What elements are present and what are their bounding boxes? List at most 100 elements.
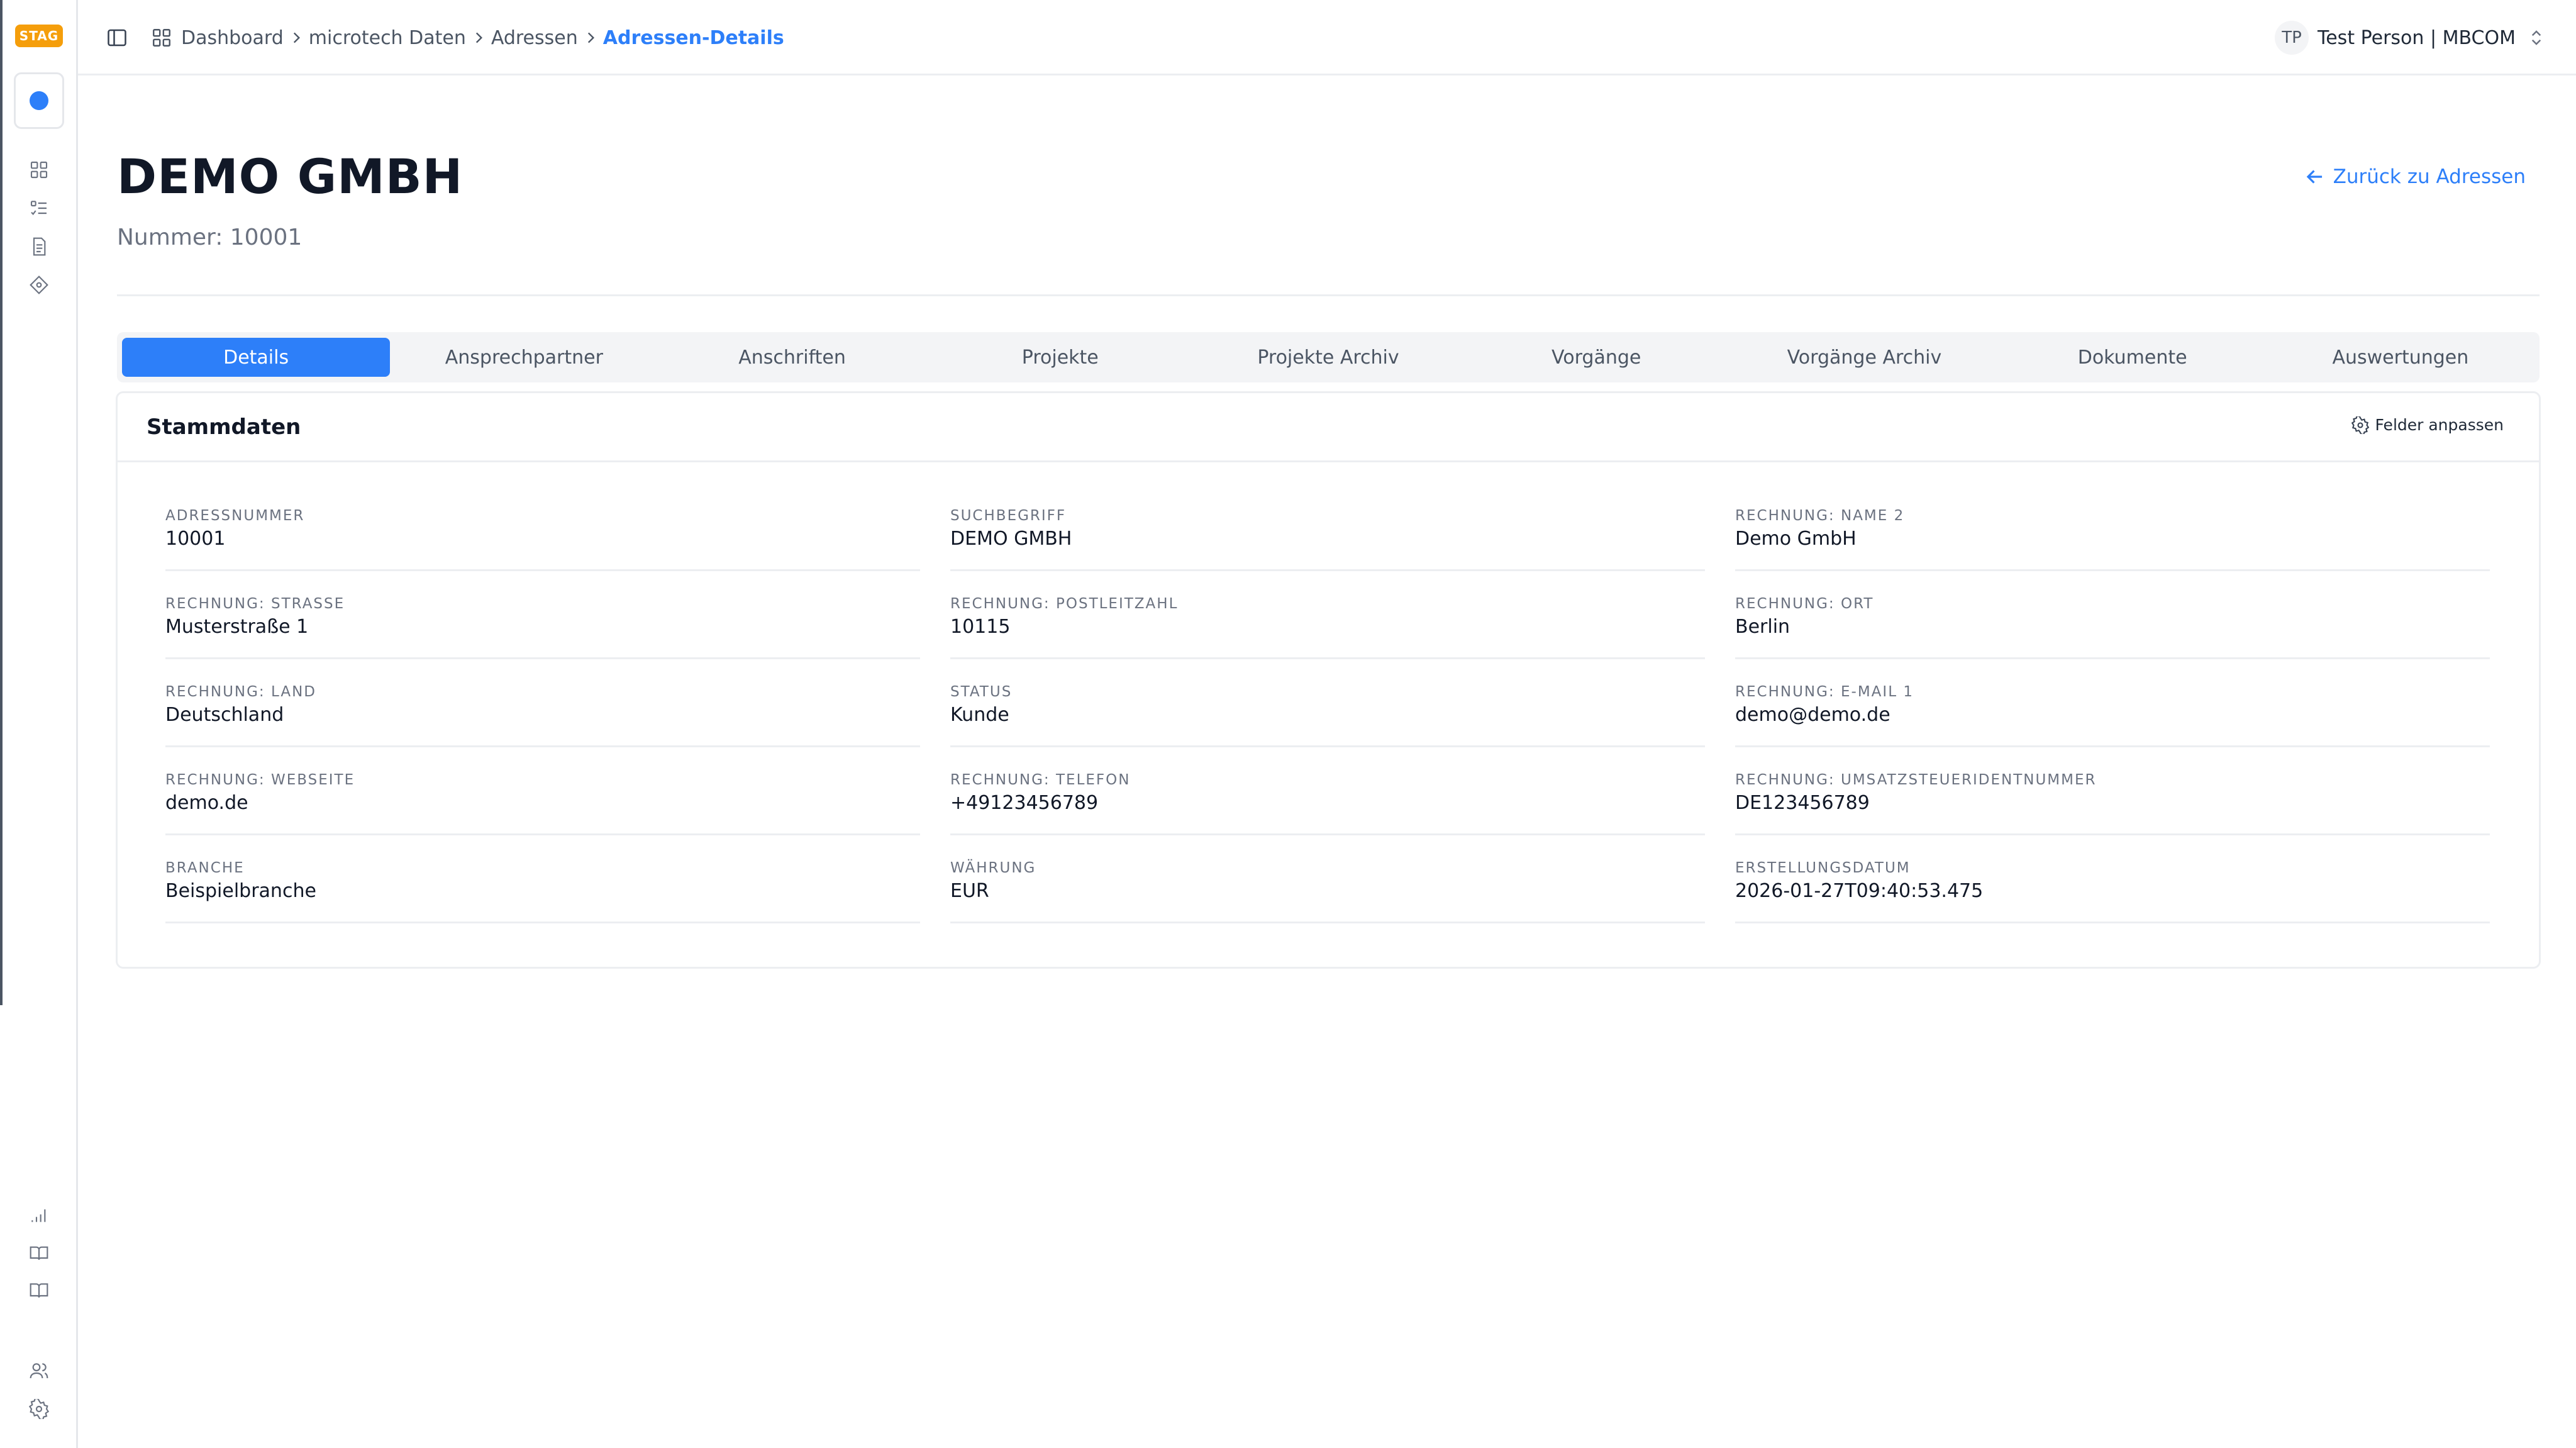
field-rechnung-name-2: Rechnung: Name 2 Demo GmbH — [1735, 508, 2490, 596]
field-rechnung-postleitzahl: Rechnung: Postleitzahl 10115 — [950, 596, 1705, 684]
field-divider — [1735, 833, 2490, 835]
field-value: 10115 — [950, 616, 1011, 638]
field-divider — [165, 922, 920, 923]
tab-details[interactable]: Details — [122, 338, 391, 377]
tab-dokumente[interactable]: Dokumente — [1999, 338, 2267, 377]
gear-icon — [2351, 416, 2369, 434]
tab-auswertungen[interactable]: Auswertungen — [2267, 338, 2534, 377]
field-status: Status Kunde — [950, 684, 1705, 772]
field-label: Branche — [165, 860, 245, 876]
field-suchbegriff: Suchbegriff DEMO GMBH — [950, 508, 1705, 596]
field-divider — [165, 657, 920, 659]
field-value: Demo GmbH — [1735, 528, 1857, 550]
breadcrumb-label: Adressen-Details — [602, 26, 784, 49]
field-divider — [950, 657, 1705, 659]
field-branche: Branche Beispielbranche — [165, 860, 920, 948]
card-title: Stammdaten — [147, 415, 301, 440]
chevron-right-icon — [466, 24, 491, 52]
field-grid: Adressnummer 10001 Suchbegriff DEMO GMBH… — [165, 508, 2492, 948]
field-divider — [1735, 745, 2490, 747]
field-label: Währung — [950, 860, 1036, 876]
field-rechnung-telefon: Rechnung: Telefon +49123456789 — [950, 772, 1705, 860]
chevron-right-icon — [578, 24, 603, 52]
field-value: 2026-01-27T09:40:53.475 — [1735, 880, 1984, 902]
user-name: Test Person | MBCOM — [2318, 26, 2516, 49]
tab-vorgaenge-archiv[interactable]: Vorgänge Archiv — [1730, 338, 1998, 377]
book-icon[interactable] — [29, 1243, 49, 1263]
list-icon[interactable] — [29, 198, 49, 218]
field-divider — [950, 745, 1705, 747]
field-label: Rechnung: Ort — [1735, 596, 1874, 612]
felder-anpassen-label: Felder anpassen — [2375, 416, 2504, 434]
field-value: Deutschland — [165, 704, 284, 726]
breadcrumb-adressen[interactable]: Adressen — [491, 27, 578, 49]
field-value: Kunde — [950, 704, 1009, 726]
field-rechnung-land: Rechnung: Land Deutschland — [165, 684, 920, 772]
field-rechnung-webseite: Rechnung: Webseite demo.de — [165, 772, 920, 860]
breadcrumb-dashboard[interactable]: Dashboard — [151, 27, 284, 49]
document-icon[interactable] — [29, 237, 49, 257]
organization-switcher[interactable] — [14, 72, 64, 129]
field-value: +49123456789 — [950, 792, 1099, 814]
field-label: Rechnung: Postleitzahl — [950, 596, 1179, 612]
field-divider — [1735, 569, 2490, 571]
field-label: Rechnung: Strasse — [165, 596, 345, 612]
page-subtitle: Nummer: 10001 — [117, 225, 303, 250]
arrow-left-icon — [2306, 170, 2322, 184]
field-label: Rechnung: Webseite — [165, 772, 355, 788]
field-adressnummer: Adressnummer 10001 — [165, 508, 920, 596]
breadcrumb-current: Adressen-Details — [603, 27, 784, 49]
stammdaten-card: Stammdaten Felder anpassen Adressnummer … — [116, 391, 2541, 969]
field-divider — [950, 922, 1705, 923]
field-label: Rechnung: E-Mail 1 — [1735, 684, 1914, 700]
user-menu[interactable]: TP Test Person | MBCOM — [2275, 20, 2546, 55]
field-value: Musterstraße 1 — [165, 616, 309, 638]
card-header: Stammdaten Felder anpassen — [118, 393, 2539, 462]
breadcrumb-label: microtech Daten — [308, 26, 466, 49]
sidebar-toggle-icon[interactable] — [106, 26, 128, 49]
tag-icon[interactable] — [29, 275, 49, 295]
settings-icon[interactable] — [29, 1399, 49, 1419]
field-label: Suchbegriff — [950, 508, 1067, 524]
users-icon[interactable] — [29, 1361, 49, 1381]
page-title: DEMO GMBH — [117, 148, 464, 204]
back-to-adressen-link[interactable]: Zurück zu Adressen — [2303, 165, 2526, 189]
tab-ansprechpartner[interactable]: Ansprechpartner — [390, 338, 658, 377]
field-value: DE123456789 — [1735, 792, 1870, 814]
rail-edge-divider — [0, 0, 3, 1005]
book-open-icon[interactable] — [29, 1281, 49, 1301]
field-value: Berlin — [1735, 616, 1790, 638]
field-rechnung-ort: Rechnung: Ort Berlin — [1735, 596, 2490, 684]
field-label: Rechnung: Umsatzsteueridentnummer — [1735, 772, 2097, 788]
tab-vorgaenge[interactable]: Vorgänge — [1462, 338, 1730, 377]
field-label: Erstellungsdatum — [1735, 860, 1911, 876]
field-divider — [1735, 922, 2490, 923]
field-label: Adressnummer — [165, 508, 305, 524]
field-rechnung-email-1: Rechnung: E-Mail 1 demo@demo.de — [1735, 684, 2490, 772]
field-value: DEMO GMBH — [950, 528, 1072, 550]
organization-dot-icon — [30, 91, 48, 110]
field-value: demo.de — [165, 792, 248, 814]
environment-badge: STAG — [15, 25, 63, 47]
field-label: Rechnung: Land — [165, 684, 316, 700]
dashboard-grid-icon — [153, 29, 170, 47]
field-value: 10001 — [165, 528, 226, 550]
field-divider — [165, 745, 920, 747]
tab-anschriften[interactable]: Anschriften — [658, 338, 926, 377]
breadcrumb-label: Dashboard — [181, 26, 284, 49]
chart-icon[interactable] — [29, 1205, 49, 1225]
breadcrumb-label: Adressen — [491, 26, 578, 49]
breadcrumb: Dashboard microtech Daten Adressen Adres… — [151, 24, 784, 52]
felder-anpassen-button[interactable]: Felder anpassen — [2351, 416, 2504, 434]
field-value: demo@demo.de — [1735, 704, 1890, 726]
field-rechnung-ustid: Rechnung: Umsatzsteueridentnummer DE1234… — [1735, 772, 2490, 860]
dashboard-icon[interactable] — [29, 160, 49, 180]
field-label: Rechnung: Name 2 — [1735, 508, 1905, 524]
tab-projekte-archiv[interactable]: Projekte Archiv — [1194, 338, 1462, 377]
breadcrumb-microtech-daten[interactable]: microtech Daten — [309, 27, 466, 49]
tab-projekte[interactable]: Projekte — [926, 338, 1194, 377]
field-divider — [950, 833, 1705, 835]
field-waehrung: Währung EUR — [950, 860, 1705, 948]
avatar: TP — [2275, 21, 2309, 55]
field-label: Rechnung: Telefon — [950, 772, 1131, 788]
